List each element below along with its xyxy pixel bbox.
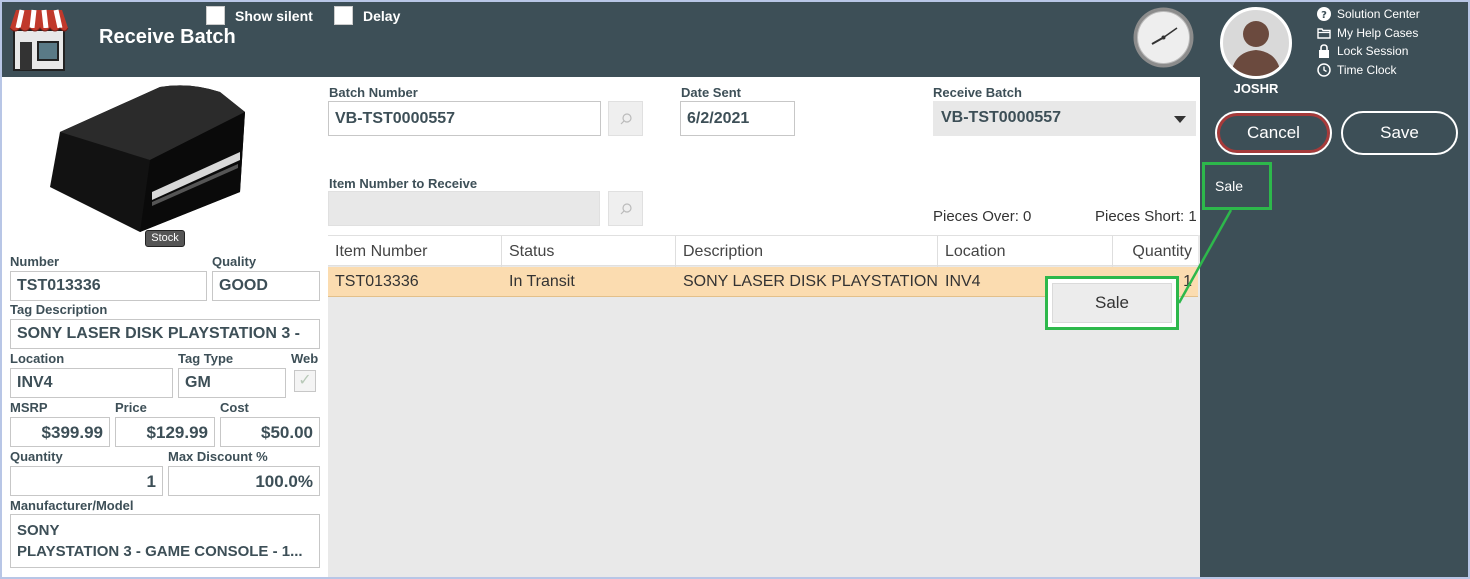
web-checkbox[interactable]: ✓ (294, 370, 316, 392)
model-line: PLAYSTATION 3 - GAME CONSOLE - 1... (17, 543, 303, 560)
column-header-location[interactable]: Location (938, 236, 1113, 267)
checkbox-box[interactable] (334, 6, 353, 25)
price-field[interactable]: $129.99 (115, 417, 215, 447)
chevron-down-icon[interactable] (1174, 116, 1186, 123)
checkbox-box[interactable] (206, 6, 225, 25)
cost-field[interactable]: $50.00 (220, 417, 320, 447)
date-sent-field[interactable]: 6/2/2021 (680, 101, 795, 136)
date-sent-label: Date Sent (681, 85, 741, 100)
receive-batch-value: VB-TST0000557 (941, 109, 1062, 126)
delay-checkbox[interactable]: Delay (334, 6, 400, 25)
batch-number-field[interactable]: VB-TST0000557 (328, 101, 601, 136)
batch-number-label: Batch Number (329, 85, 418, 100)
stock-badge: Stock (145, 230, 185, 247)
item-search-button[interactable] (608, 191, 643, 226)
avatar[interactable] (1220, 7, 1292, 79)
tag-description-field[interactable]: SONY LASER DISK PLAYSTATION 3 - (10, 319, 320, 349)
cell-description: SONY LASER DISK PLAYSTATION 3 - (683, 273, 938, 290)
cell-status: In Transit (509, 273, 575, 290)
right-panel: JOSHR ? Solution Center My Help Cases Lo… (1200, 2, 1468, 577)
web-label: Web (291, 351, 319, 366)
location-field[interactable]: INV4 (10, 368, 173, 398)
lock-session-link[interactable]: Lock Session (1316, 43, 1408, 59)
context-menu-sale[interactable]: Sale (1052, 283, 1172, 323)
tag-type-label: Tag Type (178, 351, 234, 366)
cancel-button[interactable]: Cancel (1215, 111, 1332, 155)
msrp-label: MSRP (10, 400, 48, 415)
batch-search-button[interactable] (608, 101, 643, 136)
msrp-field[interactable]: $399.99 (10, 417, 110, 447)
quality-field[interactable]: GOOD (212, 271, 320, 301)
svg-text:?: ? (1321, 10, 1327, 21)
cell-location: INV4 (945, 273, 981, 290)
manufacturer-line: SONY (17, 522, 60, 539)
store-icon (9, 9, 69, 71)
manufacturer-model-field[interactable]: SONY PLAYSTATION 3 - GAME CONSOLE - 1... (10, 514, 320, 568)
number-label: Number (10, 254, 60, 269)
app-window: Receive Batch Show silent Delay JOSHR ? … (0, 0, 1470, 579)
save-button[interactable]: Save (1341, 111, 1458, 155)
lock-session-label: Lock Session (1337, 44, 1409, 58)
my-help-cases-link[interactable]: My Help Cases (1316, 25, 1418, 41)
column-header-item-number[interactable]: Item Number (328, 236, 502, 267)
receive-batch-label: Receive Batch (933, 85, 1022, 100)
number-field[interactable]: TST013336 (10, 271, 207, 301)
question-circle-icon: ? (1316, 6, 1332, 22)
tag-description-label: Tag Description (10, 302, 108, 317)
location-label: Location (10, 351, 65, 366)
price-label: Price (115, 400, 147, 415)
pieces-short-text: Pieces Short: 1 (1095, 208, 1197, 225)
product-image (50, 85, 245, 232)
column-header-status[interactable]: Status (502, 236, 676, 267)
grid-header: Item Number Status Description Location … (328, 235, 1198, 267)
pieces-over-text: Pieces Over: 0 (933, 208, 1032, 225)
show-silent-label: Show silent (235, 7, 313, 24)
lock-icon (1316, 43, 1332, 59)
manufacturer-model-label: Manufacturer/Model (10, 498, 134, 513)
page-title: Receive Batch (99, 26, 236, 48)
max-discount-field[interactable]: 100.0% (168, 466, 320, 496)
item-number-label: Item Number to Receive (329, 176, 478, 191)
solution-center-link[interactable]: ? Solution Center (1316, 6, 1420, 22)
clock-icon (1133, 7, 1194, 68)
quantity-field[interactable]: 1 (10, 466, 163, 496)
time-clock-link[interactable]: Time Clock (1316, 62, 1397, 78)
header-bar: Receive Batch Show silent Delay (2, 2, 1200, 77)
search-icon (620, 112, 632, 124)
column-header-quantity[interactable]: Quantity (1113, 236, 1198, 267)
item-number-input[interactable] (328, 191, 600, 226)
show-silent-checkbox[interactable]: Show silent (206, 6, 313, 25)
quality-label: Quality (212, 254, 257, 269)
solution-center-label: Solution Center (1337, 7, 1420, 21)
clock-icon (1316, 62, 1332, 78)
tag-type-field[interactable]: GM (178, 368, 286, 398)
delay-label: Delay (363, 7, 401, 24)
quantity-label: Quantity (10, 449, 63, 464)
time-clock-label: Time Clock (1337, 63, 1397, 77)
context-menu: Sale (1045, 276, 1179, 330)
user-silhouette-icon (1231, 21, 1281, 76)
cell-item-number: TST013336 (335, 273, 419, 290)
sale-menu-item[interactable]: Sale (1202, 162, 1272, 210)
username: JOSHR (1233, 81, 1279, 96)
search-icon (620, 202, 632, 214)
my-help-cases-label: My Help Cases (1337, 26, 1419, 40)
cost-label: Cost (220, 400, 249, 415)
folder-icon (1316, 25, 1332, 41)
max-discount-label: Max Discount % (168, 449, 268, 464)
column-header-description[interactable]: Description (676, 236, 938, 267)
receive-batch-select[interactable]: VB-TST0000557 (933, 101, 1196, 136)
